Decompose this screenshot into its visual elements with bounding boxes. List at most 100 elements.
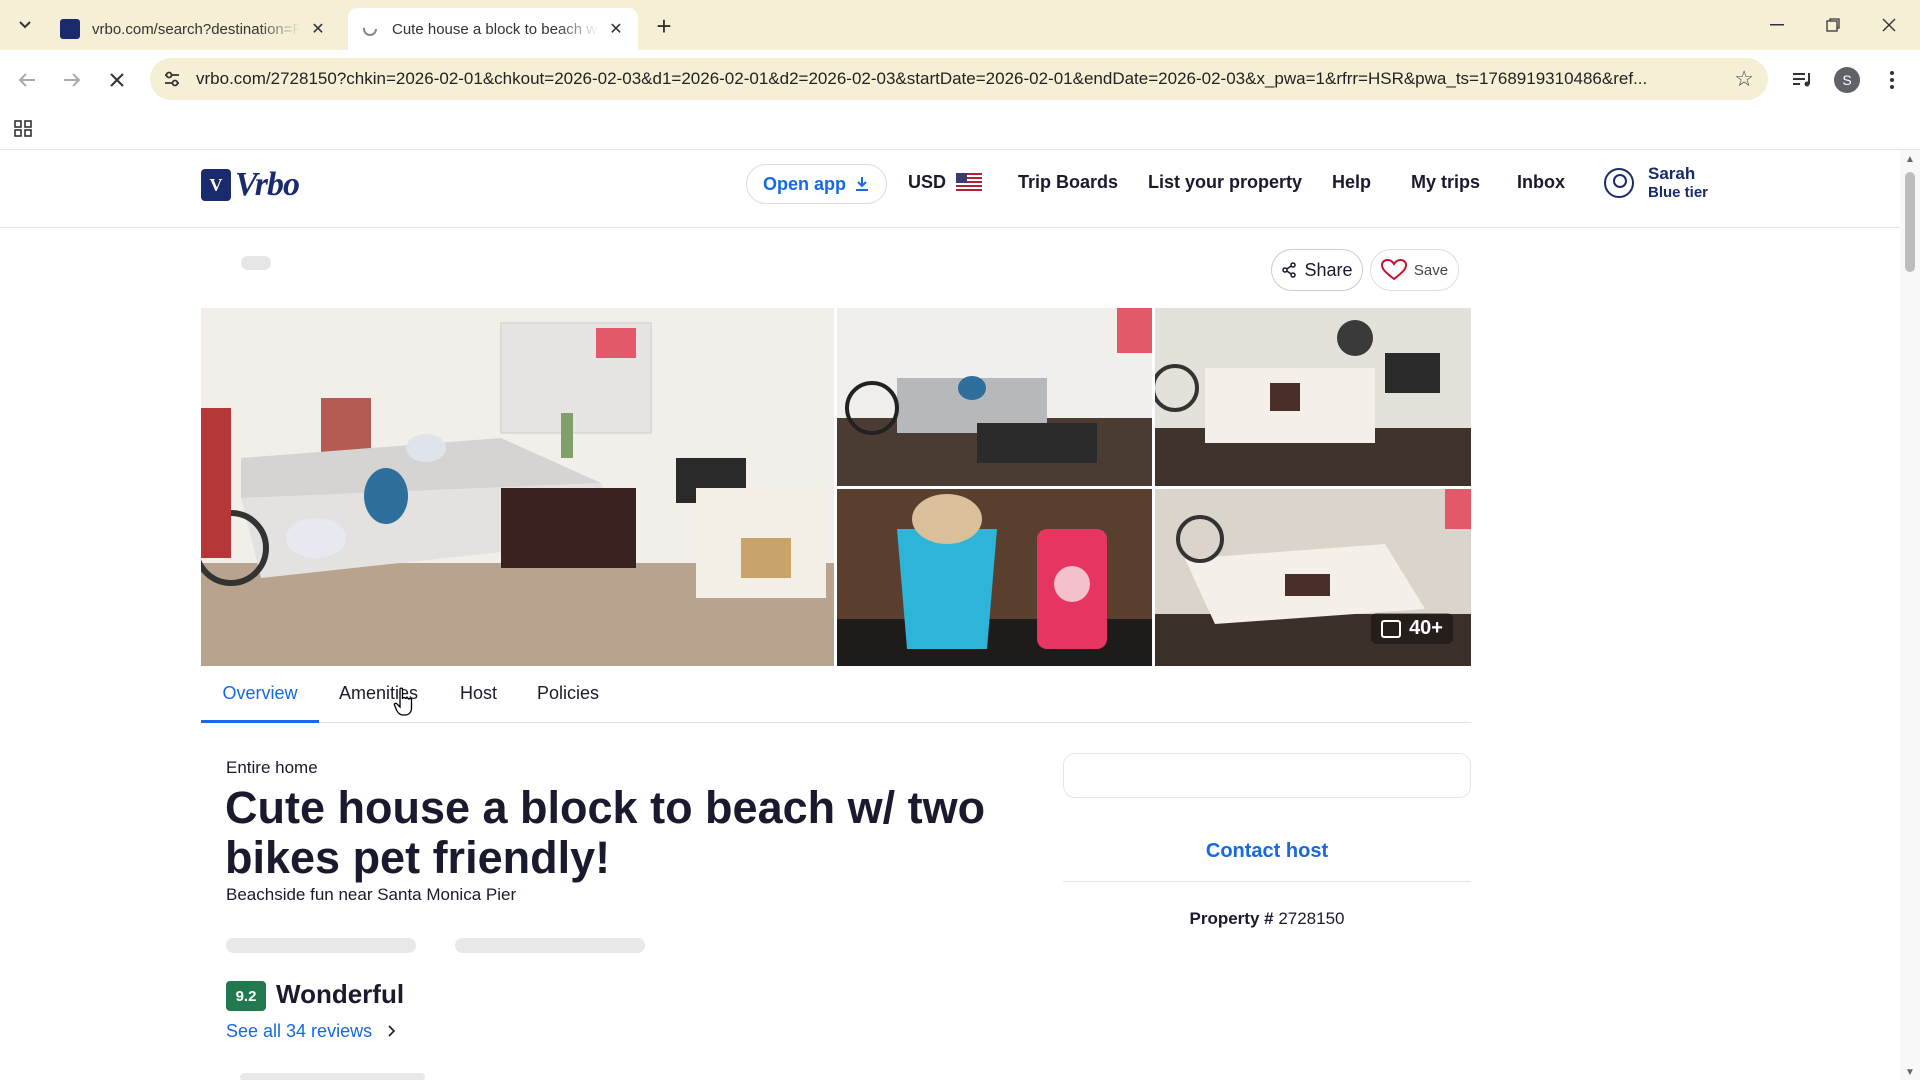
tab-host[interactable]: Host [460, 683, 497, 723]
chevron-down-icon [19, 21, 31, 29]
page-content: V Vrbo Open app USD Trip Boards List you… [0, 150, 1900, 1080]
us-flag-icon [956, 173, 983, 191]
breadcrumb-placeholder [241, 256, 271, 270]
page-scrollbar[interactable]: ▲ ▼ [1900, 150, 1920, 1080]
sofa-photo [837, 308, 1152, 486]
vrbo-logo[interactable]: V Vrbo [201, 166, 300, 204]
tab-policies[interactable]: Policies [537, 683, 599, 723]
close-tab-icon[interactable]: ✕ [308, 19, 328, 39]
loading-icon [363, 22, 377, 36]
currency-label: USD [908, 172, 947, 192]
new-tab-button[interactable]: + [650, 11, 678, 41]
profile-button[interactable]: S [1831, 64, 1863, 96]
gallery-photo-2[interactable] [837, 308, 1152, 486]
section-tabs: Overview Amenities Host Policies [201, 675, 1471, 723]
vrbo-favicon-icon [60, 19, 80, 39]
hand-cursor-icon [393, 687, 413, 716]
photo-count: 40+ [1409, 617, 1443, 639]
user-icon [1604, 167, 1634, 198]
gallery-photo-5[interactable]: 40+ [1155, 489, 1471, 666]
loading-placeholder [240, 1073, 425, 1080]
site-header: V Vrbo Open app USD Trip Boards List you… [0, 150, 1900, 228]
bookmark-star-icon[interactable]: ☆ [1734, 66, 1754, 92]
tab-title: Cute house a block to beach w/ two bikes… [392, 20, 598, 38]
property-number: Property # 2728150 [1063, 909, 1471, 929]
save-label: Save [1413, 261, 1449, 279]
heart-icon [1380, 259, 1407, 281]
gallery-photo-main[interactable] [201, 308, 834, 666]
vrbo-logo-icon: V [201, 169, 231, 201]
browser-tab-search[interactable]: vrbo.com/search?destination=R ✕ [48, 8, 340, 50]
tab-overview[interactable]: Overview [201, 683, 319, 723]
living-room-photo [201, 308, 834, 666]
close-icon [1882, 18, 1896, 32]
property-type: Entire home [226, 758, 318, 777]
forward-button[interactable] [56, 64, 88, 96]
open-app-label: Open app [763, 173, 847, 194]
tab-search-button[interactable] [10, 12, 40, 38]
scrollbar-thumb[interactable] [1905, 172, 1915, 272]
close-tab-icon[interactable]: ✕ [606, 19, 626, 39]
user-tier: Blue tier [1648, 184, 1709, 201]
chevron-right-icon [388, 1025, 396, 1037]
property-number-value: 2728150 [1278, 909, 1345, 928]
scroll-down-icon[interactable]: ▼ [1904, 1067, 1916, 1078]
view-all-photos-button[interactable]: 40+ [1371, 613, 1453, 644]
price-summary-placeholder [1063, 753, 1471, 798]
gallery-photo-4[interactable] [837, 489, 1152, 666]
listing-tagline: Beachside fun near Santa Monica Pier [226, 885, 517, 904]
reviews-link-label: See all 34 reviews [226, 1021, 373, 1041]
nav-inbox[interactable]: Inbox [1517, 172, 1565, 193]
restore-button[interactable] [1810, 10, 1856, 40]
nav-help[interactable]: Help [1332, 172, 1371, 193]
daybed-photo [1155, 308, 1471, 486]
save-button[interactable]: Save [1370, 249, 1459, 291]
site-settings-icon [165, 71, 179, 87]
stop-loading-button[interactable] [101, 64, 133, 96]
nav-list-your-property[interactable]: List your property [1148, 172, 1302, 193]
minimize-button[interactable] [1754, 10, 1800, 40]
currency-selector[interactable]: USD [908, 172, 983, 193]
user-name: Sarah [1648, 164, 1696, 183]
browser-tab-bar: vrbo.com/search?destination=R ✕ Cute hou… [0, 0, 1920, 50]
close-icon [110, 73, 124, 87]
media-control-button[interactable] [1787, 64, 1819, 96]
address-bar[interactable]: vrbo.com/2728150?chkin=2026-02-01&chkout… [150, 58, 1768, 100]
property-number-label: Property # [1189, 909, 1274, 928]
logo-text: Vrbo [235, 166, 300, 203]
bucket-lantern-photo [837, 489, 1152, 666]
loading-placeholder [455, 938, 645, 953]
tab-title: vrbo.com/search?destination=R [92, 20, 300, 38]
scroll-up-icon[interactable]: ▲ [1904, 154, 1916, 165]
browser-menu-button[interactable] [1876, 64, 1908, 96]
arrow-left-icon [18, 73, 35, 87]
kebab-menu-icon [1890, 71, 1894, 89]
see-all-reviews-link[interactable]: See all 34 reviews [226, 1021, 397, 1042]
nav-trip-boards[interactable]: Trip Boards [1018, 172, 1118, 193]
share-button[interactable]: Share [1271, 249, 1363, 291]
browser-tab-listing[interactable]: Cute house a block to beach w/ two bikes… [348, 8, 638, 50]
contact-host-button[interactable]: Contact host [1063, 822, 1471, 882]
account-menu[interactable]: Sarah Blue tier [1604, 163, 1708, 202]
loading-placeholder [226, 938, 416, 953]
apps-grid-icon[interactable] [14, 118, 34, 138]
restore-icon [1826, 18, 1840, 32]
photo-gallery[interactable]: 40+ [201, 308, 1471, 666]
bookmarks-bar [0, 108, 1920, 150]
browser-toolbar: vrbo.com/2728150?chkin=2026-02-01&chkout… [0, 50, 1920, 108]
gallery-icon [1381, 619, 1402, 638]
url-text[interactable]: vrbo.com/2728150?chkin=2026-02-01&chkout… [196, 69, 1716, 89]
rating-label: Wonderful [276, 979, 405, 1009]
close-window-button[interactable] [1866, 10, 1912, 40]
open-app-button[interactable]: Open app [746, 164, 888, 204]
avatar: S [1834, 67, 1860, 93]
minimize-icon [1770, 24, 1784, 26]
arrow-right-icon [64, 73, 81, 87]
gallery-photo-3[interactable] [1155, 308, 1471, 486]
media-playlist-icon [1793, 73, 1810, 87]
back-button[interactable] [11, 64, 43, 96]
nav-my-trips[interactable]: My trips [1411, 172, 1480, 193]
download-icon [856, 177, 869, 191]
listing-title: Cute house a block to beach w/ two bikes… [225, 782, 986, 883]
share-icon [1282, 262, 1297, 278]
